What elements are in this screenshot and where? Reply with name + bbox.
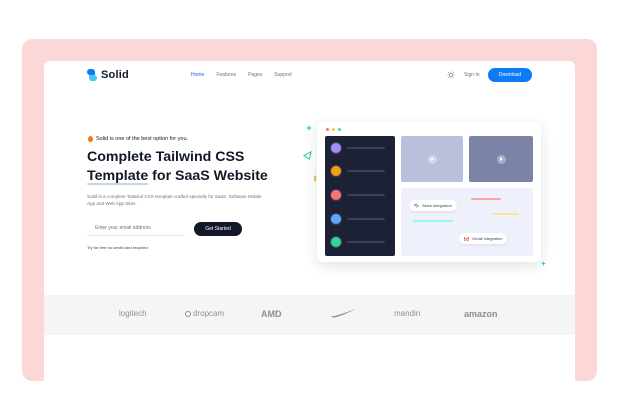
- progress-bar: [493, 213, 519, 215]
- brand-logo: AMD: [261, 309, 282, 319]
- brand-logo-text: dropcam: [193, 309, 225, 318]
- window-dot-green: [338, 128, 341, 131]
- website-page: Solid Home Features Pages Support Sign I…: [44, 61, 575, 381]
- nav-support[interactable]: Support: [274, 72, 292, 78]
- nav-home[interactable]: Home: [191, 72, 204, 78]
- headline-line1: Complete Tailwind CSS: [87, 149, 245, 165]
- tagline-text: Solid is one of the best option for you.: [96, 136, 189, 142]
- list-line: [347, 241, 385, 243]
- integrations-panel: Slack Integration Gmail Integration: [401, 188, 533, 256]
- brand-logo: dropcam: [185, 309, 224, 318]
- avatar: [330, 189, 342, 201]
- hero-tagline: Solid is one of the best option for you.: [88, 136, 188, 142]
- gmail-chip: Gmail Integration: [459, 233, 508, 244]
- triangle-icon: [303, 151, 312, 160]
- video-thumbnail: [401, 136, 463, 182]
- sparkle-small-icon: [541, 261, 546, 266]
- fire-icon: [88, 136, 93, 142]
- logo[interactable]: Solid: [87, 69, 129, 81]
- headline-line2: for SaaS Website: [148, 168, 268, 184]
- hero-headline: Complete Tailwind CSS Template for SaaS …: [87, 148, 268, 186]
- mockup-user-list: [325, 136, 395, 256]
- play-icon: [427, 154, 437, 164]
- list-line: [347, 170, 385, 172]
- sparkle-green-icon: [306, 125, 312, 131]
- slack-chip: Slack Integration: [409, 200, 457, 211]
- progress-bar: [471, 198, 501, 200]
- app-mockup: Slack Integration Gmail Integration: [317, 122, 541, 262]
- window-controls: [326, 128, 341, 131]
- hero-note: Try for free no credit card required.: [87, 245, 149, 250]
- window-dot-red: [326, 128, 329, 131]
- logo-text: Solid: [101, 69, 129, 81]
- brand-logo: logitech: [119, 309, 147, 318]
- video-thumbnail: [469, 136, 533, 182]
- main-nav: Home Features Pages Support: [191, 72, 304, 78]
- avatar: [330, 142, 342, 154]
- avatar: [330, 165, 342, 177]
- brand-logos-strip: logitech dropcam AMD mandin amazon: [44, 295, 575, 335]
- avatar: [330, 236, 342, 248]
- brand-logo: mandin: [394, 309, 421, 318]
- play-icon: [496, 154, 506, 164]
- window-dot-yellow: [332, 128, 335, 131]
- hero-description: Solid is a complete Tailwind CSS templat…: [87, 194, 262, 206]
- avatar: [330, 213, 342, 225]
- gmail-chip-label: Gmail Integration: [472, 236, 503, 241]
- nav-pages[interactable]: Pages: [248, 72, 262, 78]
- nav-features[interactable]: Features: [216, 72, 236, 78]
- download-button[interactable]: Download: [488, 68, 532, 82]
- sun-icon[interactable]: [447, 71, 455, 79]
- headline-highlight: Template: [87, 168, 149, 185]
- slack-icon: [414, 203, 419, 208]
- list-line: [347, 147, 385, 149]
- get-started-button[interactable]: Get Started: [194, 222, 242, 236]
- email-input[interactable]: [87, 221, 185, 236]
- brand-logo: amazon: [464, 309, 498, 319]
- logo-icon: [87, 69, 97, 81]
- nike-swoosh-logo: [329, 307, 357, 321]
- signin-link[interactable]: Sign In: [464, 72, 480, 78]
- list-line: [347, 218, 385, 220]
- dropcam-icon: [185, 310, 191, 317]
- progress-bar: [413, 220, 453, 222]
- slack-chip-label: Slack Integration: [422, 203, 452, 208]
- gmail-icon: [464, 236, 469, 241]
- list-line: [347, 194, 385, 196]
